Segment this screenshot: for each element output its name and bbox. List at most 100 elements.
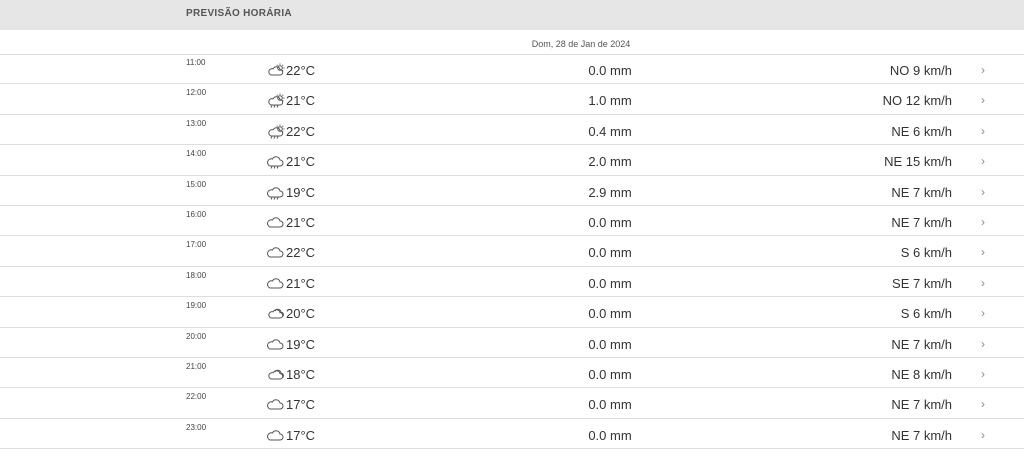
precipitation: 0.0 mm — [588, 275, 632, 291]
date-row: Dom, 28 de Jan de 2024 — [0, 30, 1024, 55]
sun-cloud-rain-icon — [268, 124, 285, 139]
precipitation: 0.0 mm — [588, 427, 632, 443]
time-label: 23:00 — [186, 422, 207, 432]
clouds-icon — [266, 306, 286, 320]
cloud-icon — [266, 397, 286, 411]
chevron-right-icon[interactable]: › — [981, 428, 985, 442]
wind: S 6 km/h — [900, 245, 952, 261]
wind: SE 7 km/h — [892, 275, 952, 291]
clouds-icon — [266, 367, 286, 381]
cloud-rain-icon — [266, 185, 286, 200]
precipitation: 0.0 mm — [588, 245, 632, 261]
chevron-right-icon[interactable]: › — [981, 154, 985, 168]
temperature: 21°C — [286, 93, 316, 109]
partly-sunny-cloud-icon — [268, 63, 285, 76]
forecast-row[interactable]: 16:00 21°C 0.0 mm NE 7 km/h › — [0, 206, 1024, 237]
temperature: 17°C — [286, 397, 316, 413]
forecast-row[interactable]: 17:00 22°C 0.0 mm S 6 km/h › — [0, 236, 1024, 267]
chevron-right-icon[interactable]: › — [981, 397, 985, 411]
temperature: 21°C — [286, 275, 316, 291]
forecast-row[interactable]: 19:00 20°C 0.0 mm S 6 km/h › — [0, 297, 1024, 328]
precipitation: 0.0 mm — [588, 214, 632, 230]
time-label: 12:00 — [186, 88, 207, 98]
temperature: 19°C — [286, 184, 316, 200]
precipitation: 1.0 mm — [588, 93, 632, 109]
wind: S 6 km/h — [900, 306, 952, 322]
forecast-row[interactable]: 21:00 18°C 0.0 mm NE 8 km/h › — [0, 358, 1024, 389]
forecast-row[interactable]: 14:00 21°C 2.0 mm NE 15 km/h › — [0, 145, 1024, 176]
clouds-icon — [268, 369, 284, 380]
chevron-right-icon[interactable]: › — [981, 63, 985, 77]
time-label: 14:00 — [186, 149, 207, 159]
chevron-right-icon[interactable]: › — [981, 306, 985, 320]
temperature: 21°C — [286, 214, 316, 230]
date-label: Dom, 28 de Jan de 2024 — [531, 39, 631, 49]
wind: NE 7 km/h — [891, 214, 952, 230]
precipitation: 0.0 mm — [588, 366, 632, 382]
chevron-right-icon[interactable]: › — [981, 185, 985, 199]
cloud-icon — [266, 215, 286, 229]
cloud-icon — [266, 428, 286, 442]
temperature: 17°C — [286, 427, 316, 443]
precipitation: 2.0 mm — [588, 154, 632, 170]
cloud-icon — [266, 276, 286, 290]
cloud-rain-icon — [266, 154, 286, 169]
forecast-row[interactable]: 15:00 19°C 2.9 mm NE 7 km/h › — [0, 176, 1024, 206]
precipitation: 0.4 mm — [588, 123, 632, 139]
wind: NE 15 km/h — [884, 154, 952, 170]
chevron-right-icon[interactable]: › — [981, 367, 985, 381]
time-label: 21:00 — [186, 361, 207, 371]
cloud-icon — [266, 337, 286, 351]
cloud-icon — [267, 430, 284, 441]
forecast-row[interactable]: 22:00 17°C 0.0 mm NE 7 km/h › — [0, 388, 1024, 419]
precipitation: 2.9 mm — [588, 184, 632, 200]
time-label: 11:00 — [186, 58, 206, 67]
time-label: 22:00 — [186, 392, 207, 402]
temperature: 22°C — [286, 123, 316, 139]
time-label: 17:00 — [186, 240, 207, 250]
forecast-row[interactable]: 13:00 22°C 0.4 mm NE 6 km/h › — [0, 115, 1024, 146]
temperature: 22°C — [286, 245, 316, 261]
time-label: 15:00 — [186, 179, 207, 189]
wind: NE 7 km/h — [891, 184, 952, 200]
cloud-icon — [266, 245, 286, 259]
forecast-row[interactable]: 12:00 21°C 1.0 mm NO 12 km/h › — [0, 84, 1024, 115]
precipitation: 0.0 mm — [588, 397, 632, 413]
forecast-row[interactable]: 23:00 17°C 0.0 mm NE 7 km/h › — [0, 419, 1024, 450]
time-label: 19:00 — [186, 301, 207, 311]
wind: NE 6 km/h — [891, 123, 952, 139]
chevron-right-icon[interactable]: › — [981, 215, 985, 229]
temperature: 22°C — [286, 63, 316, 78]
wind: NE 7 km/h — [891, 336, 952, 352]
wind: NO 9 km/h — [889, 63, 952, 78]
cloud-icon — [267, 247, 284, 258]
precipitation: 0.0 mm — [588, 63, 632, 78]
chevron-right-icon[interactable]: › — [981, 93, 985, 107]
chevron-right-icon[interactable]: › — [981, 337, 985, 351]
cloud-icon — [267, 399, 284, 410]
chevron-right-icon[interactable]: › — [981, 245, 985, 259]
forecast-row[interactable]: 18:00 21°C 0.0 mm SE 7 km/h › — [0, 267, 1024, 298]
section-header: PREVISÃO HORÁRIA — [0, 0, 1024, 30]
chevron-right-icon[interactable]: › — [981, 124, 985, 138]
cloud-icon — [267, 338, 284, 350]
sun-cloud-rain-icon — [266, 93, 286, 109]
forecast-row[interactable]: 11:00 22°C 0.0 mm NO 9 km/h › — [0, 54, 1024, 85]
chevron-right-icon[interactable]: › — [981, 276, 985, 290]
temperature: 19°C — [286, 336, 316, 352]
wind: NE 7 km/h — [891, 397, 952, 413]
precipitation: 0.0 mm — [588, 306, 632, 322]
clouds-icon — [268, 309, 284, 319]
cloud-rain-icon — [267, 156, 284, 169]
cloud-icon — [267, 217, 284, 228]
precipitation: 0.0 mm — [588, 336, 632, 352]
time-label: 18:00 — [186, 270, 207, 280]
wind: NO 12 km/h — [882, 93, 952, 109]
cloud-icon — [267, 278, 284, 289]
sun-cloud-rain-icon — [268, 93, 285, 109]
hourly-forecast-list: 11:00 22°C 0.0 mm NO 9 km/h › 12:00 21°C… — [0, 54, 1024, 450]
forecast-row[interactable]: 20:00 19°C 0.0 mm NE 7 km/h › — [0, 328, 1024, 358]
time-label: 20:00 — [186, 331, 207, 341]
sun-cloud-rain-icon — [266, 124, 286, 139]
section-title: PREVISÃO HORÁRIA — [186, 8, 292, 19]
